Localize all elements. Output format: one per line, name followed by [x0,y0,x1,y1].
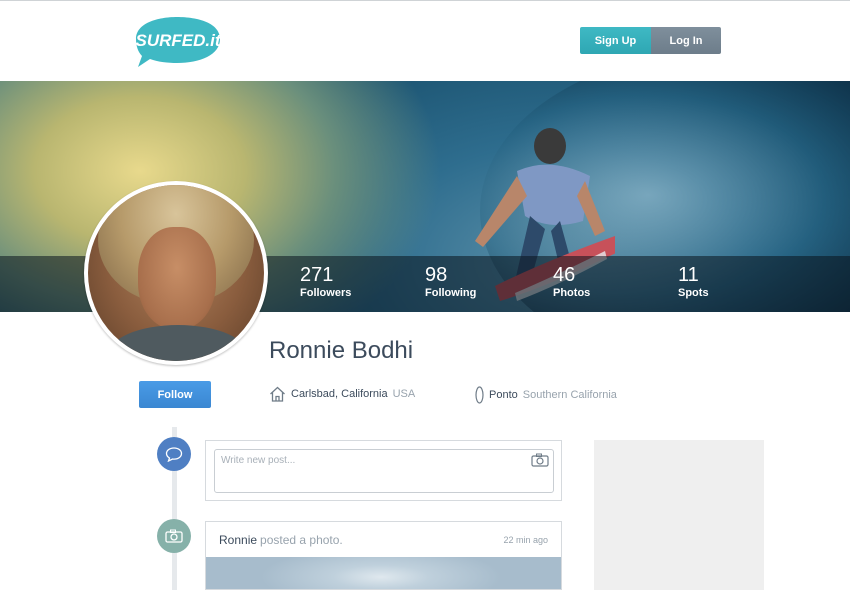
new-post-input[interactable]: Write new post... [214,449,554,493]
stat-value: 46 [553,264,576,286]
stat-value: 271 [300,264,334,286]
camera-icon[interactable] [531,453,549,467]
post-timestamp: 22 min ago [503,535,548,545]
location-city: Carlsbad, California [291,388,388,400]
logo-text: SURFED.it [136,31,222,50]
profile-name: Ronnie Bodhi [269,337,414,364]
follow-button[interactable]: Follow [139,381,211,408]
home-spot: Ponto Southern California [475,386,617,404]
stat-followers[interactable]: 271 Followers [300,264,351,300]
location-country: USA [392,388,416,400]
surfed-logo[interactable]: SURFED.it [128,13,226,69]
stat-label: Followers [300,287,352,299]
stat-photos[interactable]: 46 Photos [553,264,590,300]
photo-post: Ronnie posted a photo. 22 min ago [205,521,562,590]
stat-value: 98 [425,264,448,286]
surfboard-icon [475,386,484,404]
sign-up-button[interactable]: Sign Up [580,27,651,54]
post-action: posted a photo. [260,533,343,547]
spot-name: Ponto [489,389,518,401]
home-location: Carlsbad, California USA [269,386,415,402]
spot-region: Southern California [522,389,617,401]
top-bar: SURFED.it Sign Up Log In [0,0,850,81]
stat-label: Following [425,287,477,299]
post-photo[interactable] [206,557,561,589]
new-post-placeholder: Write new post... [221,455,296,466]
log-in-button[interactable]: Log In [651,27,721,54]
profile-avatar[interactable] [84,181,268,365]
post-author[interactable]: Ronnie [219,533,257,547]
home-icon [270,386,285,402]
stat-spots[interactable]: 11 Spots [678,264,709,300]
camera-icon [157,519,191,553]
stat-label: Photos [553,287,591,299]
stat-label: Spots [678,287,709,299]
chat-icon [157,437,191,471]
auth-buttons: Sign Up Log In [580,27,721,54]
stat-following[interactable]: 98 Following [425,264,476,300]
post-header: Ronnie posted a photo. [219,533,343,547]
sidebar-panel [594,440,764,590]
post-composer: Write new post... [205,440,562,501]
stat-value: 11 [678,264,699,286]
